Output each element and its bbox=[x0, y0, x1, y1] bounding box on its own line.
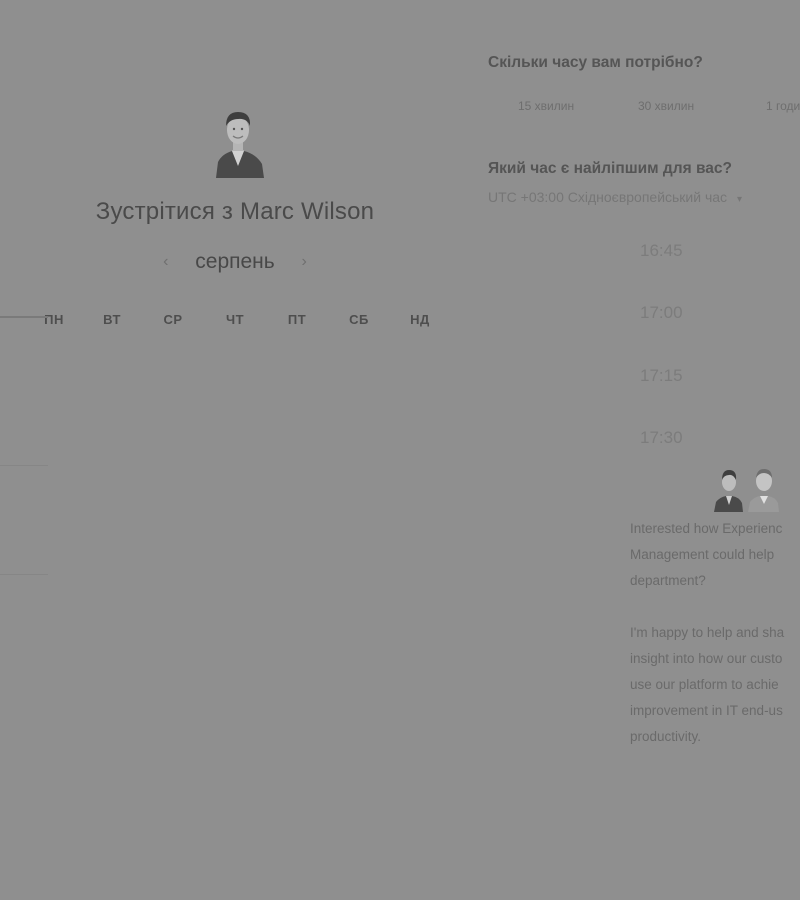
time-slot[interactable]: 17:15 bbox=[640, 366, 683, 386]
promo-line: productivity. bbox=[630, 729, 702, 744]
promo-line: Interested how Experienc bbox=[630, 521, 783, 536]
weekday-sun: НД bbox=[410, 312, 430, 327]
weekday-tue: ВТ bbox=[103, 312, 121, 327]
promo-paragraph: I'm happy to help and sha insight into h… bbox=[630, 620, 800, 750]
time-slot[interactable]: 17:30 bbox=[640, 428, 683, 448]
promo-line: improvement in IT end-us bbox=[630, 703, 783, 718]
calendar-divider bbox=[0, 465, 48, 466]
promo-line: use our platform to achie bbox=[630, 677, 779, 692]
promo-line: insight into how our custo bbox=[630, 651, 783, 666]
month-label: серпень bbox=[195, 250, 275, 273]
weekday-thu: ЧТ bbox=[225, 312, 245, 327]
weekday-fri: ПТ bbox=[287, 312, 307, 327]
calendar-divider bbox=[0, 574, 48, 575]
scheduling-page: Зустрітися з Marc Wilson ‹ серпень › ПН … bbox=[0, 0, 800, 900]
weekday-wed: СР bbox=[163, 312, 183, 327]
two-person-avatars-icon bbox=[714, 469, 779, 512]
weekday-mon: ПН bbox=[44, 312, 64, 327]
weekday-sat: СБ bbox=[349, 312, 369, 327]
weekday-header: ПН ВТ СР ЧТ ПТ СБ НД bbox=[20, 312, 470, 332]
duration-option-60[interactable]: 1 годи bbox=[766, 99, 800, 113]
duration-option-30[interactable]: 30 хвилин bbox=[638, 99, 694, 113]
month-navigator: ‹ серпень › bbox=[0, 250, 470, 280]
promo-line: department? bbox=[630, 573, 706, 588]
duration-question: Скільки часу вам потрібно? bbox=[488, 54, 703, 71]
promo-paragraph: Interested how Experienc Management coul… bbox=[630, 516, 800, 594]
calendar-divider bbox=[0, 316, 48, 318]
timezone-selector[interactable]: UTC +03:00 Східноєвропейський час ▾ bbox=[488, 189, 742, 205]
caret-down-icon: ▾ bbox=[736, 194, 742, 205]
time-question: Який час є найліпшим для вас? bbox=[488, 160, 732, 177]
duration-options: 15 хвилин 30 хвилин 1 годи bbox=[488, 99, 800, 117]
duration-option-15[interactable]: 15 хвилин bbox=[518, 99, 574, 113]
time-slot[interactable]: 17:00 bbox=[640, 303, 683, 323]
host-title: Зустрітися з Marc Wilson bbox=[95, 198, 375, 225]
promo-line: I'm happy to help and sha bbox=[630, 625, 785, 640]
person-avatar-icon bbox=[216, 112, 264, 178]
timezone-label: UTC +03:00 Східноєвропейський час bbox=[488, 189, 728, 205]
chevron-left-icon[interactable]: ‹ bbox=[155, 253, 177, 271]
chevron-right-icon[interactable]: › bbox=[293, 253, 315, 271]
promo-line: Management could help bbox=[630, 547, 775, 562]
time-slot[interactable]: 16:45 bbox=[640, 241, 683, 261]
